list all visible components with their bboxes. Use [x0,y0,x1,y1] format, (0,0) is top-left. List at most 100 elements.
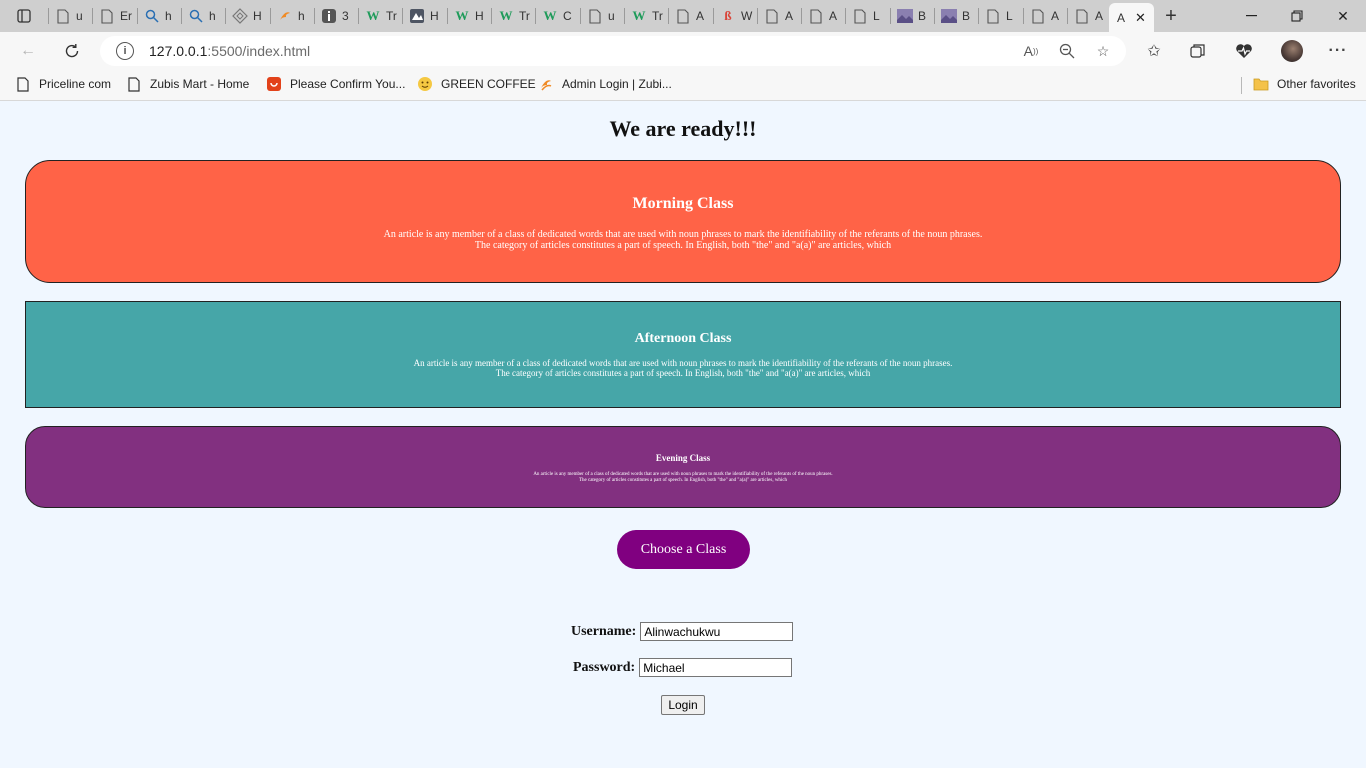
favorites-divider [1241,77,1242,94]
favorites-icon[interactable]: ✩ [1142,39,1166,63]
site-info-icon[interactable]: i [116,42,134,60]
smiley-icon [417,76,433,92]
address-bar[interactable]: i 127.0.0.1:5500/index.html A)) ☆ [100,36,1126,66]
browser-tab[interactable]: W Tr [625,3,667,29]
more-options-icon[interactable]: ··· [1326,39,1350,63]
card-text-line2: The category of articles constitutes a p… [578,477,788,483]
minimize-button[interactable] [1228,0,1274,32]
browser-tab[interactable]: u [581,3,623,29]
tab-title: Tr [652,9,663,23]
tab-title: A [829,9,838,23]
browser-tab[interactable]: WC [536,3,578,29]
evening-class-card: Evening Class An article is any member o… [25,426,1341,508]
password-input[interactable] [639,658,793,677]
image-icon [941,8,957,24]
tab-title: 3 [342,9,349,23]
password-label: Password: [573,659,636,675]
w-icon: W [455,8,469,23]
browser-tab[interactable]: A [1024,3,1066,29]
tab-title: A [1051,9,1060,23]
profile-avatar[interactable] [1280,39,1304,63]
favorite-green-coffee[interactable]: GREEN COFFEE [417,76,536,92]
refresh-icon[interactable] [60,39,84,63]
tab-title: Tr [386,9,397,23]
browser-tab[interactable]: ßW [714,3,756,29]
other-favorites[interactable]: Other favorites [1253,76,1356,92]
browser-tab[interactable]: H [226,3,268,29]
page-icon [126,76,142,92]
read-aloud-icon[interactable]: A)) [1022,42,1040,60]
tab-title: u [608,9,615,23]
browser-tab[interactable]: Er [93,3,135,29]
page-icon [985,8,1001,24]
page-icon [1074,8,1090,24]
browser-tab[interactable]: W Tr [359,3,401,29]
browser-tab[interactable]: H [403,3,445,29]
tab-title: H [253,9,262,23]
page-icon [852,8,868,24]
tab-title: B [962,9,971,23]
browser-tab[interactable]: u [49,3,91,29]
flame-icon [277,8,293,24]
page-icon [587,8,603,24]
card-text-line2: The category of articles constitutes a p… [495,367,871,378]
favorite-please-confirm[interactable]: Please Confirm You... [266,76,405,92]
add-favorite-icon[interactable]: ☆ [1094,42,1112,60]
favorite-zubis-mart[interactable]: Zubis Mart - Home [126,76,249,92]
password-row: Password: [573,658,793,677]
page-icon [808,8,824,24]
tab-title: W [741,9,753,23]
restore-button[interactable] [1274,0,1320,32]
tab-title: Er [120,9,132,23]
choose-class-button[interactable]: Choose a Class [617,530,750,569]
tab-title: A [1095,9,1104,23]
browser-tab[interactable]: L [979,3,1021,29]
back-arrow-icon[interactable]: ← [16,39,40,63]
search-icon [188,8,204,24]
browser-tab[interactable]: L [846,3,888,29]
w-icon: W [366,8,380,23]
tab-title: A [1117,10,1126,25]
flame-icon [538,76,554,92]
tab-actions-icon[interactable] [13,5,35,27]
tab-title: h [298,9,305,23]
browser-tab[interactable]: B [935,3,977,29]
login-button[interactable]: Login [661,695,705,715]
browser-tab[interactable]: B [891,3,933,29]
new-tab-button[interactable]: + [1160,5,1182,27]
browser-tab[interactable]: A [758,3,800,29]
w-icon: W [543,8,557,23]
browser-tab[interactable]: A [669,3,711,29]
b-icon: ß [724,8,732,23]
card-title: Morning Class [632,195,734,212]
favorite-priceline[interactable]: Priceline com [15,76,111,92]
browser-tab[interactable]: A [1068,3,1110,29]
browser-toolbar: ← i 127.0.0.1:5500/index.html A)) ☆ ✩ ··… [0,32,1366,70]
diamond-icon [232,8,248,24]
tab-title: L [1006,9,1013,23]
url-text[interactable]: 127.0.0.1:5500/index.html [149,43,310,59]
tab-title: C [563,9,572,23]
browser-tab[interactable]: A [802,3,844,29]
favorites-bar: Priceline com Zubis Mart - Home Please C… [0,70,1366,101]
folder-icon [1253,76,1269,92]
collections-icon[interactable] [1186,39,1210,63]
zoom-out-icon[interactable] [1058,42,1076,60]
browser-tab[interactable]: 3 [315,3,357,29]
tab-title: A [785,9,794,23]
username-input[interactable] [640,622,794,641]
browser-tab[interactable]: WH [448,3,490,29]
browser-tab[interactable]: h [182,3,224,29]
tab-title: B [918,9,927,23]
tab-strip: u Er h h Hh 3 W Tr H W H W Tr W Cu W Tr Aß W A A L B B L A A A ✕ +… [0,0,1366,32]
heartbeat-icon[interactable] [1232,39,1256,63]
window-close-button[interactable]: ✕ [1320,0,1366,32]
close-icon[interactable]: ✕ [1135,10,1146,26]
favorite-admin-login[interactable]: Admin Login | Zubi... [538,76,672,92]
tab-title: Tr [519,9,530,23]
browser-tab[interactable]: W Tr [492,3,534,29]
tab-active[interactable]: A ✕ [1109,3,1154,32]
info-icon [321,8,337,24]
browser-tab[interactable]: h [138,3,180,29]
browser-tab[interactable]: h [271,3,313,29]
